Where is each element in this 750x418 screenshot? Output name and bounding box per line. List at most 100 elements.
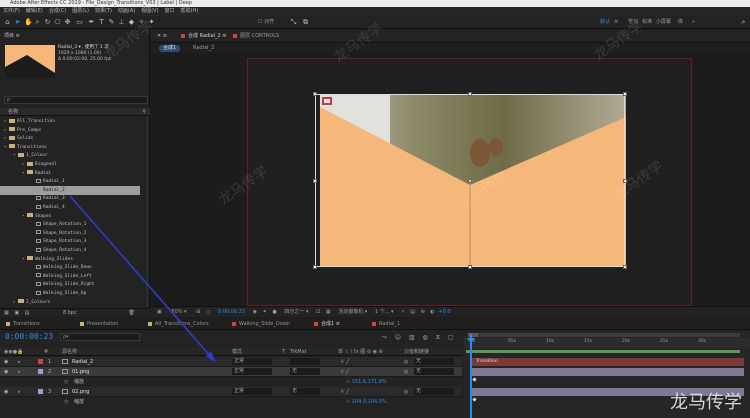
- hand-tool-icon[interactable]: ✋: [24, 19, 33, 26]
- mask-visibility-icon[interactable]: ◻: [206, 309, 210, 315]
- parent-pick-whip-icon[interactable]: ◎: [404, 387, 408, 397]
- workspace-tab[interactable]: 默认: [600, 19, 610, 26]
- timeline-tab[interactable]: 合成1 ≡: [314, 320, 340, 329]
- workspace-tab[interactable]: ≡: [614, 19, 618, 26]
- channel-icon[interactable]: ●: [272, 309, 276, 315]
- column-options-icon[interactable]: ⚲: [142, 108, 146, 116]
- roto-tool-icon[interactable]: ✧: [138, 19, 145, 26]
- viewer-timecode[interactable]: 0:00:00:23: [218, 309, 245, 315]
- timeline-tab[interactable]: Walking_Slide_Down: [232, 320, 290, 329]
- safe-area-icon[interactable]: ⊞: [196, 309, 200, 315]
- tab-composition[interactable]: 合成 Radial_2 ≡: [181, 32, 227, 41]
- transform-handle[interactable]: [623, 92, 627, 96]
- pan-behind-tool-icon[interactable]: ✥: [64, 19, 71, 26]
- expand-icon[interactable]: ▸: [18, 367, 21, 377]
- layer-bounding-box[interactable]: [313, 92, 627, 269]
- bit-depth-label[interactable]: 8 bpc: [63, 310, 77, 316]
- parent-pick-whip-icon[interactable]: ◎: [404, 367, 408, 377]
- layer-row[interactable]: ◉ ▸ 1 Radial_2 正常 ☼ ╱ ◎ 无: [0, 357, 462, 367]
- layer-switches[interactable]: ☼ ╱: [340, 367, 349, 377]
- layer-row[interactable]: ◉ ▸ 3 02.png 正常 无 ☼ ╱ ◎ 无: [0, 387, 462, 397]
- trkmat-dropdown[interactable]: 无: [290, 368, 320, 375]
- menu-item[interactable]: 窗口: [165, 8, 175, 14]
- snapshot-icon[interactable]: ◉: [253, 309, 257, 315]
- menu-item[interactable]: 合成(C): [49, 8, 66, 14]
- zoom-tool-icon[interactable]: ⌕: [34, 19, 41, 26]
- menu-item[interactable]: 文件(F): [3, 8, 20, 14]
- blend-mode-dropdown[interactable]: 正常: [232, 358, 272, 365]
- project-search-input[interactable]: ρ: [4, 96, 148, 104]
- shy-icon[interactable]: ☺: [395, 334, 401, 341]
- workspace-tab[interactable]: 标准: [642, 19, 652, 26]
- exposure-icon[interactable]: ◐: [430, 309, 434, 315]
- camera-dropdown[interactable]: 活动摄像机 ▾: [338, 309, 367, 315]
- puppet-tool-icon[interactable]: ✦: [148, 19, 155, 26]
- eye-icon[interactable]: ◉: [4, 387, 8, 397]
- new-comp-icon[interactable]: ▤: [25, 310, 30, 316]
- layer-label-color[interactable]: [38, 369, 43, 374]
- timeline-search-input[interactable]: ρ▾: [60, 333, 140, 341]
- search-icon[interactable]: ⌕: [740, 19, 747, 26]
- workspace-tab[interactable]: 库: [678, 19, 683, 26]
- eye-icon[interactable]: ◉: [4, 357, 8, 367]
- timeline-tab[interactable]: Transitions: [6, 320, 40, 329]
- views-dropdown[interactable]: 1 个... ▾: [375, 309, 394, 315]
- show-snapshot-icon[interactable]: ✦: [263, 309, 267, 315]
- motion-blur-icon[interactable]: ◍: [423, 334, 428, 341]
- viewer-lock-icon[interactable]: ✕ ≡: [157, 32, 167, 41]
- transform-handle[interactable]: [468, 92, 472, 96]
- anchor-point-handle[interactable]: [468, 179, 472, 183]
- layer-property-row[interactable]: ◷ 缩放 ∞ 104.0,104.0%: [0, 397, 462, 407]
- work-area-bar[interactable]: [468, 333, 740, 337]
- workspace-tab[interactable]: »: [692, 19, 695, 26]
- transform-handle[interactable]: [623, 265, 627, 269]
- trkmat-dropdown[interactable]: 无: [290, 388, 320, 395]
- timeline-tab[interactable]: Presentation: [80, 320, 118, 329]
- stopwatch-icon[interactable]: ◷: [64, 377, 68, 387]
- current-time-indicator[interactable]: [470, 334, 472, 418]
- transform-handle[interactable]: [468, 265, 472, 269]
- layer-label-color[interactable]: [38, 389, 43, 394]
- playhead-handle[interactable]: [467, 338, 475, 343]
- layer-switches[interactable]: ☼ ╱: [340, 357, 349, 367]
- time-ruler[interactable]: 0s 05s 10s 15s 20s 25s 30s: [464, 338, 750, 348]
- layer-name[interactable]: 01.png: [72, 367, 89, 377]
- snap-options-icon[interactable]: ⤡: [290, 19, 297, 26]
- type-tool-icon[interactable]: T: [98, 19, 105, 26]
- layer-name[interactable]: 02.png: [72, 387, 89, 397]
- transform-handle[interactable]: [313, 92, 317, 96]
- col-trkmat[interactable]: TrkMat: [290, 348, 307, 356]
- layer-label-color[interactable]: [38, 359, 43, 364]
- pen-tool-icon[interactable]: ✒: [88, 19, 95, 26]
- menu-item[interactable]: 动画(A): [118, 8, 135, 14]
- always-preview-icon[interactable]: ▣: [157, 309, 162, 315]
- project-column-header[interactable]: 名称 ⚲: [0, 108, 150, 116]
- interpret-footage-icon[interactable]: ▦: [4, 310, 9, 316]
- menu-item[interactable]: 视图(V): [141, 8, 158, 14]
- draft-3d-icon[interactable]: ▢: [448, 334, 454, 341]
- transform-handle[interactable]: [623, 179, 627, 183]
- col-source-name[interactable]: 源名称: [62, 348, 77, 356]
- property-value[interactable]: ∞ 151.6,171.9%: [346, 377, 387, 387]
- blend-mode-dropdown[interactable]: 正常: [232, 388, 272, 395]
- layer-name[interactable]: Radial_2: [72, 357, 93, 367]
- snap-checkbox[interactable]: ☐ 对齐: [258, 19, 274, 26]
- transparency-grid-icon[interactable]: ▦: [326, 309, 331, 315]
- eye-icon[interactable]: ◉: [4, 367, 8, 377]
- trkmat-dropdown[interactable]: [290, 358, 320, 365]
- transform-handle[interactable]: [313, 179, 317, 183]
- rectangle-tool-icon[interactable]: ▭: [76, 19, 83, 26]
- trash-icon[interactable]: 🗑: [128, 310, 134, 316]
- project-tab[interactable]: 项目 ≡: [4, 32, 20, 40]
- selection-tool-icon[interactable]: ➤: [14, 19, 21, 26]
- home-icon[interactable]: ⌂: [4, 19, 11, 26]
- project-folder-item[interactable]: ▸ 2_Colours: [0, 298, 140, 307]
- blend-mode-dropdown[interactable]: 正常: [232, 368, 272, 375]
- comp-mini-flowchart-icon[interactable]: ⤳: [382, 334, 387, 341]
- chevron-right-icon[interactable]: ▸: [13, 298, 17, 307]
- resolution-dropdown[interactable]: 四分之一 ▾: [284, 309, 308, 315]
- col-parent[interactable]: 父级和链接: [404, 348, 429, 356]
- layer-bar-radial2[interactable]: Transition: [470, 358, 744, 366]
- menu-item[interactable]: 帮助(H): [181, 8, 199, 14]
- exposure-value[interactable]: +0.0: [438, 309, 450, 315]
